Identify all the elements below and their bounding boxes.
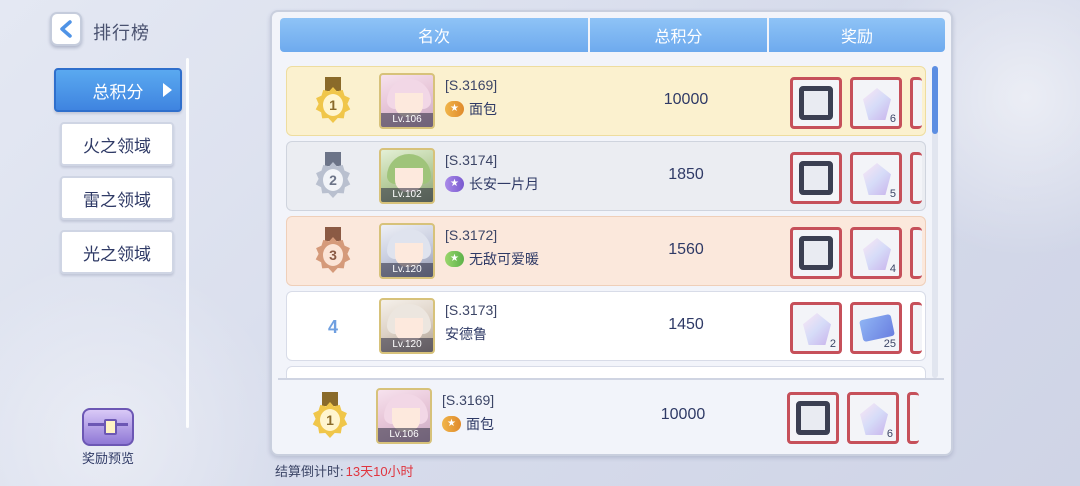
player-avatar[interactable]: Lv.106	[376, 388, 432, 444]
ranking-row[interactable]: 4 Lv.120 [S.3173] 安德鲁 1450 2 25	[286, 291, 926, 361]
reward-item-partial	[910, 77, 922, 129]
server-id: [S.3173]	[445, 302, 498, 318]
reward-item-partial	[907, 392, 919, 444]
reward-list: 5	[790, 152, 922, 204]
player-name: 面包	[468, 101, 497, 117]
ranking-row[interactable]: 2 Lv.102 [S.3174] ★ 长安一片月 1850 5	[286, 141, 926, 211]
player-level: Lv.120	[381, 263, 433, 277]
player-avatar[interactable]: Lv.102	[379, 148, 435, 204]
chest-icon	[82, 408, 134, 446]
server-id: [S.3169]	[442, 392, 495, 408]
player-level: Lv.106	[381, 113, 433, 127]
player-score: 10000	[663, 91, 709, 108]
ticket-icon[interactable]: 25	[850, 302, 902, 354]
side-nav: 总积分 火之领域 雷之领域 光之领域	[54, 68, 184, 284]
player-name: 面包	[465, 416, 494, 432]
arrow-right-icon	[163, 83, 172, 97]
player-score: 1850	[668, 166, 704, 183]
rank-number: 3	[323, 244, 343, 266]
server-id: [S.3172]	[445, 227, 498, 243]
crystal-icon[interactable]: 2	[790, 302, 842, 354]
bronze-medal-icon: 3	[312, 227, 354, 277]
reward-item-partial	[910, 152, 922, 204]
reward-list: 2 25	[790, 302, 922, 354]
player-avatar[interactable]: Lv.120	[379, 298, 435, 354]
reward-list: 6	[787, 392, 919, 444]
player-name: 无敌可爱暖	[468, 251, 539, 267]
frame-icon[interactable]	[790, 227, 842, 279]
nav-tab-label: 光之领域	[83, 244, 151, 264]
reward-count: 25	[883, 338, 896, 350]
reward-list: 6	[790, 77, 922, 129]
column-header-score: 总积分	[590, 18, 769, 52]
ranking-row[interactable]: 3 Lv.120 [S.3172] ★ 无敌可爱暖 1560 4	[286, 216, 926, 286]
countdown-value: 13天10小时	[345, 464, 414, 479]
scrollbar-thumb[interactable]	[932, 66, 938, 134]
nav-tab-thunder-domain[interactable]: 雷之领域	[60, 176, 174, 220]
ranking-list[interactable]: 1 Lv.106 [S.3169] ★ 面包 10000 6 2 Lv.102 …	[280, 60, 940, 380]
rank-number: 2	[323, 169, 343, 191]
my-rank-row: 1 Lv.106 [S.3169] ★ 面包 10000 6	[278, 382, 938, 454]
settlement-countdown: 结算倒计时: 13天10小时	[275, 461, 414, 480]
back-button[interactable]	[50, 12, 82, 46]
chevron-left-icon	[60, 20, 72, 38]
crystal-icon[interactable]: 6	[850, 77, 902, 129]
reward-count: 6	[889, 113, 896, 125]
crystal-icon[interactable]: 5	[850, 152, 902, 204]
nav-tab-total-score[interactable]: 总积分	[54, 68, 182, 112]
rank-number: 1	[323, 94, 343, 116]
title-badge-icon: ★	[445, 251, 464, 267]
my-rank-divider	[278, 378, 944, 380]
table-header: 名次 总积分 奖励	[280, 18, 945, 52]
player-level: Lv.102	[381, 188, 433, 202]
side-divider	[186, 58, 189, 428]
player-level: Lv.120	[381, 338, 433, 352]
reward-count: 6	[886, 428, 893, 440]
player-score: 1450	[668, 316, 704, 333]
reward-item-partial	[910, 302, 922, 354]
frame-icon[interactable]	[790, 77, 842, 129]
title-badge-icon: ★	[442, 416, 461, 432]
rank-number: 4	[327, 316, 338, 337]
crystal-icon[interactable]: 6	[847, 392, 899, 444]
nav-tab-label: 总积分	[92, 82, 144, 102]
page-title: 排行榜	[93, 23, 150, 43]
column-header-rank: 名次	[280, 18, 590, 52]
countdown-label: 结算倒计时:	[275, 464, 344, 479]
player-name: 安德鲁	[445, 326, 487, 342]
player-score: 10000	[660, 406, 706, 423]
player-level: Lv.106	[378, 428, 430, 442]
reward-count: 5	[889, 188, 896, 200]
ranking-scrollbar[interactable]	[932, 66, 938, 378]
player-score: 1560	[668, 241, 704, 258]
reward-count: 4	[889, 263, 896, 275]
reward-preview-label: 奖励预览	[81, 451, 134, 466]
nav-tab-label: 雷之领域	[83, 190, 151, 210]
reward-list: 4	[790, 227, 922, 279]
reward-preview-button[interactable]: 奖励预览	[76, 408, 140, 467]
reward-item-partial	[910, 227, 922, 279]
server-id: [S.3169]	[445, 77, 498, 93]
nav-tab-fire-domain[interactable]: 火之领域	[60, 122, 174, 166]
ranking-row[interactable]: 1 Lv.106 [S.3169] ★ 面包 10000 6	[286, 66, 926, 136]
gold-medal-icon: 1	[312, 77, 354, 127]
title-badge-icon: ★	[445, 176, 464, 192]
title-badge-icon: ★	[445, 101, 464, 117]
server-id: [S.3174]	[445, 152, 498, 168]
column-header-reward: 奖励	[769, 18, 945, 52]
gold-medal-icon: 1	[309, 392, 351, 442]
player-avatar[interactable]: Lv.106	[379, 73, 435, 129]
nav-tab-light-domain[interactable]: 光之领域	[60, 230, 174, 274]
player-name: 长安一片月	[468, 176, 539, 192]
reward-count: 2	[829, 338, 836, 350]
crystal-icon[interactable]: 4	[850, 227, 902, 279]
rank-number: 1	[320, 409, 340, 431]
frame-icon[interactable]	[790, 152, 842, 204]
player-avatar[interactable]: Lv.120	[379, 223, 435, 279]
frame-icon[interactable]	[787, 392, 839, 444]
silver-medal-icon: 2	[312, 152, 354, 202]
nav-tab-label: 火之领域	[83, 136, 151, 156]
